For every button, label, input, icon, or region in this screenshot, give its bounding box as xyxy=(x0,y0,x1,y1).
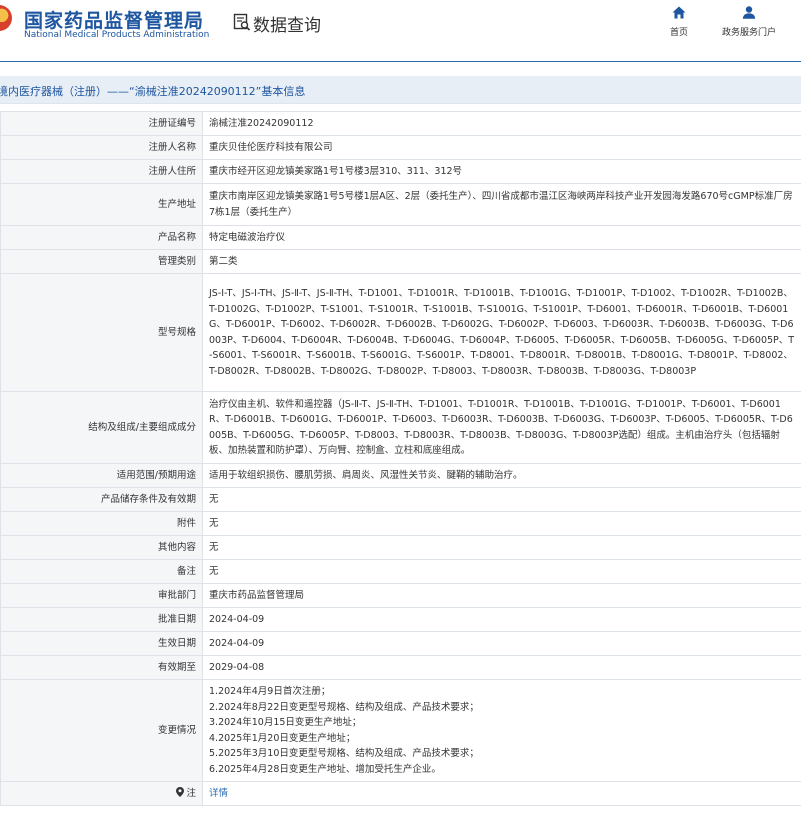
field-value: JS-Ⅰ-T、JS-Ⅰ-TH、JS-Ⅱ-T、JS-Ⅱ-TH、T-D1001、T-… xyxy=(202,273,801,392)
home-icon xyxy=(672,6,686,19)
change-history-item: 6.2025年4月28日变更生产地址、增加受托生产企业。 xyxy=(209,763,441,775)
table-row: 结构及组成/主要组成成分 治疗仪由主机、软件和遥控器（JS-Ⅱ-T、JS-Ⅱ-T… xyxy=(0,391,801,464)
note-value: 详情 xyxy=(202,781,801,806)
field-label: 产品储存条件及有效期 xyxy=(0,487,203,512)
note-row: 注 详情 xyxy=(0,781,801,806)
table-row: 注册证编号 渝械注准20242090112 xyxy=(0,111,801,136)
table-row: 批准日期 2024-04-09 xyxy=(0,607,801,632)
nav-portal-label: 政务服务门户 xyxy=(721,28,776,38)
field-value: 重庆市南岸区迎龙镇美家路1号5号楼1层A区、2层（委托生产）、四川省成都市温江区… xyxy=(202,183,801,226)
field-label: 型号规格 xyxy=(0,273,203,392)
field-label: 生效日期 xyxy=(0,631,203,656)
field-value: 特定电磁波治疗仪 xyxy=(202,225,801,250)
table-row: 型号规格 JS-Ⅰ-T、JS-Ⅰ-TH、JS-Ⅱ-T、JS-Ⅱ-TH、T-D10… xyxy=(0,273,801,392)
field-value: 无 xyxy=(202,535,801,560)
nav-gov-service-portal[interactable]: 政务服务门户 xyxy=(716,6,782,38)
change-history-row: 变更情况 1.2024年4月9日首次注册； 2.2024年8月22日变更型号规格… xyxy=(0,679,801,782)
field-value: 重庆市药品监督管理局 xyxy=(202,583,801,608)
field-value: 重庆贝佳伦医疗科技有限公司 xyxy=(202,135,801,160)
field-label: 注册人名称 xyxy=(0,135,203,160)
field-label: 管理类别 xyxy=(0,249,203,274)
device-info-table: 注册证编号 渝械注准20242090112 注册人名称 重庆贝佳伦医疗科技有限公… xyxy=(0,111,801,806)
field-label: 有效期至 xyxy=(0,655,203,680)
details-link[interactable]: 详情 xyxy=(209,788,228,799)
nav-home-label: 首页 xyxy=(669,28,688,38)
note-label-cell: 注 xyxy=(0,781,203,806)
field-label: 生产地址 xyxy=(0,183,203,226)
site-header: 国家药品监督管理局 National Medical Products Admi… xyxy=(0,0,801,62)
header-divider xyxy=(0,61,801,62)
section-title: 数据查询 xyxy=(253,16,321,36)
map-pin-icon xyxy=(176,786,185,797)
field-label: 备注 xyxy=(0,559,203,584)
note-label: 注 xyxy=(186,787,196,799)
change-history-value: 1.2024年4月9日首次注册； 2.2024年8月22日变更型号规格、结构及组… xyxy=(202,679,801,782)
change-history-item: 2.2024年8月22日变更型号规格、结构及组成、产品技术要求； xyxy=(209,701,479,713)
table-row: 产品储存条件及有效期 无 xyxy=(0,487,801,512)
field-label: 适用范围/预期用途 xyxy=(0,463,203,488)
data-query-icon xyxy=(233,13,251,31)
site-title[interactable]: 国家药品监督管理局 xyxy=(24,6,204,33)
table-row: 其他内容 无 xyxy=(0,535,801,560)
field-value: 第二类 xyxy=(202,249,801,274)
breadcrumb: 境内医疗器械（注册）——“渝械注准20242090112”基本信息 xyxy=(0,76,801,104)
field-label: 审批部门 xyxy=(0,583,203,608)
user-icon xyxy=(742,6,756,19)
field-value: 渝械注准20242090112 xyxy=(202,111,801,136)
change-history-item: 1.2024年4月9日首次注册； xyxy=(209,686,331,697)
field-value: 无 xyxy=(202,559,801,584)
nav-home[interactable]: 首页 xyxy=(664,6,694,38)
table-row: 有效期至 2029-04-08 xyxy=(0,655,801,680)
field-label: 注册证编号 xyxy=(0,111,203,136)
table-row: 生效日期 2024-04-09 xyxy=(0,631,801,656)
field-label: 其他内容 xyxy=(0,535,203,560)
field-label: 批准日期 xyxy=(0,607,203,632)
table-row: 注册人住所 重庆市经开区迎龙镇美家路1号1号楼3层310、311、312号 xyxy=(0,159,801,184)
field-value: 适用于软组织损伤、腰肌劳损、肩周炎、风湿性关节炎、腱鞘的辅助治疗。 xyxy=(202,463,801,488)
table-row: 审批部门 重庆市药品监督管理局 xyxy=(0,583,801,608)
field-value: 重庆市经开区迎龙镇美家路1号1号楼3层310、311、312号 xyxy=(202,159,801,184)
field-label: 产品名称 xyxy=(0,225,203,250)
field-value: 治疗仪由主机、软件和遥控器（JS-Ⅱ-T、JS-Ⅱ-TH、T-D1001、T-D… xyxy=(202,391,801,464)
field-label: 注册人住所 xyxy=(0,159,203,184)
change-history-label: 变更情况 xyxy=(0,679,203,782)
site-title-english: National Medical Products Administration xyxy=(24,30,210,40)
change-history-item: 5.2025年3月10日变更型号规格、结构及组成、产品技术要求； xyxy=(209,748,479,759)
table-row: 生产地址 重庆市南岸区迎龙镇美家路1号5号楼1层A区、2层（委托生产）、四川省成… xyxy=(0,183,801,226)
table-row: 适用范围/预期用途 适用于软组织损伤、腰肌劳损、肩周炎、风湿性关节炎、腱鞘的辅助… xyxy=(0,463,801,488)
field-value: 无 xyxy=(202,487,801,512)
change-history-item: 4.2025年1月20日变更生产地址； xyxy=(209,732,356,744)
field-label: 结构及组成/主要组成成分 xyxy=(0,391,203,464)
table-row: 附件 无 xyxy=(0,511,801,536)
table-row: 产品名称 特定电磁波治疗仪 xyxy=(0,225,801,250)
nmpa-emblem-icon xyxy=(0,5,12,31)
field-label: 附件 xyxy=(0,511,203,536)
table-row: 注册人名称 重庆贝佳伦医疗科技有限公司 xyxy=(0,135,801,160)
field-value: 2024-04-09 xyxy=(202,607,801,632)
breadcrumb-title: 境内医疗器械（注册）——“渝械注准20242090112”基本信息 xyxy=(0,85,306,98)
table-row: 管理类别 第二类 xyxy=(0,249,801,274)
change-history-item: 3.2024年10月15日变更生产地址； xyxy=(209,717,362,728)
field-value: 2024-04-09 xyxy=(202,631,801,656)
field-value: 2029-04-08 xyxy=(202,655,801,680)
table-row: 备注 无 xyxy=(0,559,801,584)
field-value: 无 xyxy=(202,511,801,536)
